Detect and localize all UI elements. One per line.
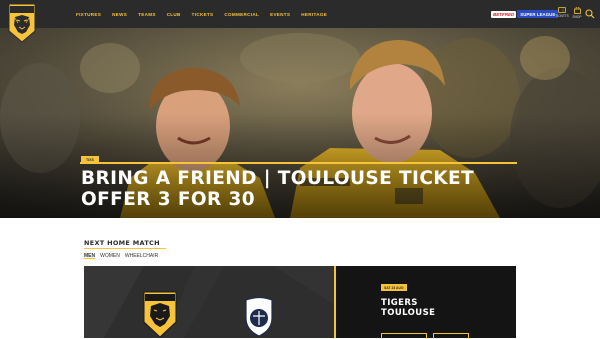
nav-club[interactable]: CLUB — [167, 12, 181, 17]
hero-headline[interactable]: BRING A FRIEND | TOULOUSE TICKET OFFER 3… — [81, 168, 521, 210]
tickets-button[interactable]: TICKETS — [555, 7, 569, 18]
match-date-badge: SAT 23 AUG — [381, 284, 407, 291]
home-team-name: TIGERS — [381, 298, 418, 308]
match-teams: TIGERS TOULOUSE — [381, 298, 435, 318]
nav-fixtures[interactable]: FIXTURES — [76, 12, 101, 17]
castleford-tigers-crest-icon[interactable] — [6, 3, 38, 43]
tab-wheelchair[interactable]: WHEELCHAIR — [125, 253, 158, 259]
ticket-icon — [558, 7, 566, 13]
tickets-label: TICKETS — [555, 14, 569, 18]
nav-events[interactable]: EVENTS — [270, 12, 290, 17]
hero-banner[interactable]: TIXS BRING A FRIEND | TOULOUSE TICKET OF… — [0, 28, 600, 218]
away-team-name: TOULOUSE — [381, 308, 436, 318]
tab-men[interactable]: MEN — [84, 253, 95, 259]
tiger-stripe-pattern — [84, 266, 336, 338]
nav-heritage[interactable]: HERITAGE — [301, 12, 327, 17]
hero-accent-line — [80, 162, 517, 164]
nav-tickets[interactable]: TICKETS — [192, 12, 214, 17]
search-icon[interactable] — [585, 9, 595, 19]
nav-teams[interactable]: TEAMS — [138, 12, 156, 17]
shop-label: SHOP — [572, 15, 582, 19]
castleford-tigers-crest-icon — [143, 291, 177, 338]
team-tabs: MEN WOMEN WHEELCHAIR — [84, 253, 158, 259]
nav-news[interactable]: NEWS — [112, 12, 127, 17]
buy-tickets-button[interactable] — [433, 333, 469, 339]
tab-women[interactable]: WOMEN — [100, 253, 120, 259]
match-card-crests — [84, 266, 336, 338]
toulouse-olympique-crest-icon — [245, 292, 273, 337]
betfred-wordmark: BETFRED — [491, 10, 517, 18]
shop-button[interactable]: SHOP — [570, 7, 584, 19]
site-header: FIXTURES NEWS TEAMS CLUB TICKETS COMMERC… — [0, 0, 600, 28]
hero-category-tag: TIXS — [81, 156, 99, 163]
super-league-wordmark: SUPER LEAGUE — [517, 10, 559, 18]
super-league-sponsor-logo[interactable]: BETFRED SUPER LEAGUE — [491, 10, 559, 18]
main-nav: FIXTURES NEWS TEAMS CLUB TICKETS COMMERC… — [76, 0, 338, 28]
nav-commercial[interactable]: COMMERCIAL — [224, 12, 259, 17]
match-centre-button[interactable] — [381, 333, 427, 339]
heading-underline — [84, 248, 166, 249]
next-home-match-heading: NEXT HOME MATCH — [84, 239, 160, 247]
shopping-bag-icon — [573, 7, 581, 14]
